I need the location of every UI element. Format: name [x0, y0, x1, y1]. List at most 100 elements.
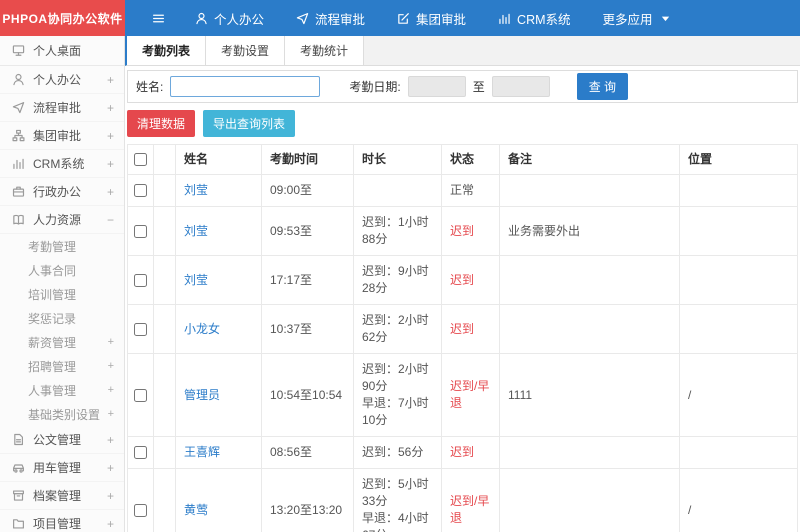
row-checkbox[interactable] — [134, 224, 147, 238]
expand-toggle-icon[interactable]: + — [108, 408, 114, 420]
expand-toggle-icon[interactable]: + — [108, 384, 114, 396]
row-blank-cell — [153, 468, 176, 532]
sidebar-menu: 个人办公 + 流程审批 + 集团审批 + CRM系统 + 行政办公 + 人力资源 − 考勤管理 人事合同培… — [0, 66, 124, 532]
location-cell — [679, 206, 798, 256]
employee-name-link[interactable]: 小龙女 — [184, 322, 220, 336]
sidebar-item-personnel-mgmt[interactable]: 人事管理 + — [0, 378, 124, 402]
name-cell: 刘莹 — [175, 174, 262, 207]
duration-cell: 迟到：56分 — [353, 436, 442, 469]
attendance-time-cell: 09:00至 — [261, 174, 354, 207]
tab-attendance-settings[interactable]: 考勤设置 — [206, 36, 286, 65]
expand-toggle-icon[interactable]: + — [107, 101, 114, 115]
sidebar-item-label: 集团审批 — [33, 129, 82, 143]
row-checkbox[interactable] — [134, 446, 147, 460]
book-icon — [12, 213, 25, 226]
table-row: 刘莹 09:00至 正常 — [127, 174, 798, 207]
sidebar-item-recruitment-mgmt[interactable]: 招聘管理 + — [0, 354, 124, 378]
sidebar-item-document-mgmt[interactable]: 公文管理 + — [0, 426, 124, 454]
sidebar-item-administration[interactable]: 行政办公 + — [0, 178, 124, 206]
tab-attendance-list[interactable]: 考勤列表 — [127, 36, 207, 65]
duration-cell: 迟到：5小时33分 早退：4小时67分 — [353, 468, 442, 532]
select-all-checkbox[interactable] — [134, 153, 147, 167]
duration-cell: 迟到：1小时88分 — [353, 206, 442, 256]
sidebar-item-workflow-approval[interactable]: 流程审批 + — [0, 94, 124, 122]
sidebar-item-basic-category-settings[interactable]: 基础类别设置 + — [0, 402, 124, 426]
sidebar-item-reward-punishment[interactable]: 奖惩记录 — [0, 306, 124, 330]
note-cell: 1111 — [499, 353, 680, 437]
sidebar-item-attendance-mgmt[interactable]: 考勤管理 — [0, 234, 124, 258]
row-checkbox[interactable] — [134, 388, 147, 402]
employee-name-link[interactable]: 王喜辉 — [184, 445, 220, 459]
name-filter-input[interactable] — [170, 76, 321, 97]
search-button[interactable]: 查 询 — [576, 73, 629, 100]
nav-item-group-approval[interactable]: 集团审批 — [381, 0, 482, 36]
sidebar-item-label: 薪资管理 — [28, 335, 77, 350]
sidebar-item-project-mgmt[interactable]: 项目管理 + — [0, 510, 124, 532]
duration-cell: 迟到：9小时28分 — [353, 255, 442, 305]
employee-name-link[interactable]: 黄莺 — [184, 503, 208, 517]
nav-item-label: 更多应用 — [602, 12, 653, 27]
expand-toggle-icon[interactable]: + — [107, 73, 114, 87]
table-row: 刘莹 09:53至 迟到：1小时88分 迟到 业务需要外出 — [127, 206, 798, 256]
expand-toggle-icon[interactable]: + — [107, 489, 114, 503]
date-to-input[interactable] — [491, 76, 550, 97]
nav-item-personal-office[interactable]: 个人办公 — [179, 0, 280, 36]
employee-name-link[interactable]: 刘莹 — [184, 183, 208, 197]
row-checkbox[interactable] — [134, 184, 147, 198]
expand-toggle-icon[interactable]: + — [107, 517, 114, 531]
row-select-cell — [127, 255, 154, 305]
sidebar-item-training-mgmt[interactable]: 培训管理 — [0, 282, 124, 306]
employee-name-link[interactable]: 管理员 — [184, 388, 220, 402]
date-from-input[interactable] — [407, 76, 466, 97]
row-select-cell — [127, 304, 154, 354]
hamburger-menu-button[interactable] — [137, 0, 179, 36]
sidebar-item-label: 项目管理 — [33, 517, 82, 531]
note-cell — [499, 468, 680, 532]
nav-item-more-apps[interactable]: 更多应用 — [587, 0, 688, 36]
nav-item-workflow-approval[interactable]: 流程审批 — [280, 0, 381, 36]
expand-toggle-icon[interactable]: + — [107, 433, 114, 447]
header-duration: 时长 — [353, 144, 442, 175]
user-icon — [12, 73, 25, 86]
row-checkbox[interactable] — [134, 322, 147, 336]
row-select-cell — [127, 436, 154, 469]
employee-name-link[interactable]: 刘莹 — [184, 224, 208, 238]
expand-toggle-icon[interactable]: + — [107, 129, 114, 143]
expand-toggle-icon[interactable]: + — [107, 461, 114, 475]
expand-toggle-icon[interactable]: + — [108, 336, 114, 348]
location-cell — [679, 255, 798, 305]
row-blank-cell — [153, 206, 176, 256]
sidebar-item-archive-mgmt[interactable]: 档案管理 + — [0, 482, 124, 510]
nav-item-crm-system[interactable]: CRM系统 — [482, 0, 586, 36]
doc-icon — [12, 433, 25, 446]
row-select-cell — [127, 468, 154, 532]
sidebar-item-group-approval[interactable]: 集团审批 + — [0, 122, 124, 150]
sidebar-item-salary-mgmt[interactable]: 薪资管理 + — [0, 330, 124, 354]
table-row: 管理员 10:54至10:54 迟到：2小时90分 早退：7小时10分 迟到/早… — [127, 353, 798, 437]
expand-toggle-icon[interactable]: + — [107, 157, 114, 171]
sidebar-item-vehicle-mgmt[interactable]: 用车管理 + — [0, 454, 124, 482]
expand-toggle-icon[interactable]: + — [107, 185, 114, 199]
sidebar-item-label: 人事管理 — [28, 383, 77, 398]
sidebar-item-label: 奖惩记录 — [28, 311, 77, 326]
sidebar-item-label: 个人桌面 — [33, 44, 82, 58]
clean-data-button[interactable]: 清理数据 — [127, 110, 196, 137]
nav-item-label: 集团审批 — [416, 12, 467, 27]
app-logo: PHPOA协同办公软件 — [0, 0, 125, 36]
row-checkbox[interactable] — [134, 503, 147, 517]
export-list-button[interactable]: 导出查询列表 — [203, 110, 296, 137]
caret-down-icon — [659, 12, 672, 25]
sidebar-item-crm-system[interactable]: CRM系统 + — [0, 150, 124, 178]
employee-name-link[interactable]: 刘莹 — [184, 273, 208, 287]
sidebar-item-personal-desktop[interactable]: 个人桌面 — [0, 36, 124, 66]
expand-toggle-icon[interactable]: − — [107, 213, 114, 227]
row-checkbox[interactable] — [134, 273, 147, 287]
sidebar-item-label: 考勤管理 — [28, 239, 77, 254]
sidebar-item-human-resources[interactable]: 人力资源 − — [0, 206, 124, 234]
top-navbar: PHPOA协同办公软件 个人办公 流程审批 集团审批 CRM系统 更多应用 — [0, 0, 800, 36]
sidebar-item-personal-office[interactable]: 个人办公 + — [0, 66, 124, 94]
expand-toggle-icon[interactable]: + — [108, 360, 114, 372]
stamp-icon — [397, 12, 410, 25]
tab-attendance-statistics[interactable]: 考勤统计 — [285, 36, 365, 65]
sidebar-item-personnel-contract[interactable]: 人事合同 — [0, 258, 124, 282]
